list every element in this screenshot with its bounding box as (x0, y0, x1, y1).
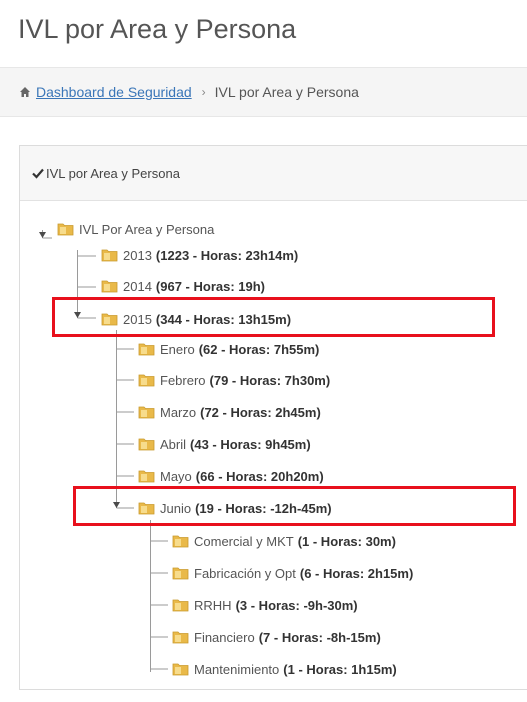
tree-node-year[interactable]: 2014 (967 - Horas: 19h) (101, 276, 265, 296)
node-count: (72 - Horas: 2h45m) (200, 404, 321, 420)
node-count: (62 - Horas: 7h55m) (198, 341, 320, 357)
folder-icon (172, 567, 189, 580)
tree-node-year[interactable]: 2013 (1223 - Horas: 23h14m) (101, 245, 298, 265)
folder-icon (101, 280, 118, 293)
node-label: Comercial y MKT (194, 533, 294, 549)
node-count: (6 - Horas: 2h15m) (299, 565, 414, 581)
node-label: Enero (160, 341, 195, 357)
tree-node-area[interactable]: Comercial y MKT (1 - Horas: 30m) (172, 531, 396, 551)
folder-icon (101, 313, 118, 326)
tree: IVL Por Area y Persona 2013 (1223 - Hora… (0, 0, 527, 702)
expanded-arrows (39, 232, 120, 508)
folder-icon (172, 631, 189, 644)
tree-node-root[interactable]: IVL Por Area y Persona (57, 219, 214, 239)
folder-icon (138, 343, 155, 356)
node-label: 2013 (123, 247, 152, 263)
node-label: Abril (160, 436, 187, 452)
tree-node-year[interactable]: 2015 (344 - Horas: 13h15m) (101, 309, 291, 329)
tree-node-month[interactable]: Junio (19 - Horas: -12h-45m) (138, 498, 332, 518)
node-label: 2014 (123, 278, 152, 294)
node-count: (66 - Horas: 20h20m) (195, 468, 324, 484)
folder-icon (138, 470, 155, 483)
node-label: 2015 (123, 311, 152, 327)
tree-node-month[interactable]: Febrero (79 - Horas: 7h30m) (138, 370, 330, 390)
node-count: (344 - Horas: 13h15m) (155, 311, 292, 327)
tree-node-area[interactable]: RRHH (3 - Horas: -9h-30m) (172, 595, 358, 615)
node-label: RRHH (194, 597, 232, 613)
tree-node-area[interactable]: Financiero (7 - Horas: -8h-15m) (172, 627, 381, 647)
node-count: (43 - Horas: 9h45m) (190, 436, 311, 452)
tree-node-month[interactable]: Enero (62 - Horas: 7h55m) (138, 339, 319, 359)
folder-icon (138, 406, 155, 419)
tree-node-month[interactable]: Mayo (66 - Horas: 20h20m) (138, 466, 324, 486)
tree-node-month[interactable]: Marzo (72 - Horas: 2h45m) (138, 402, 321, 422)
tree-node-month[interactable]: Abril (43 - Horas: 9h45m) (138, 434, 311, 454)
node-count: (1 - Horas: 30m) (297, 533, 396, 549)
node-count: (1 - Horas: 1h15m) (283, 661, 397, 677)
tree-node-area[interactable]: Mantenimiento (1 - Horas: 1h15m) (172, 659, 397, 679)
node-count: (1223 - Horas: 23h14m) (155, 247, 299, 263)
node-count: (967 - Horas: 19h) (155, 278, 266, 294)
node-count: (7 - Horas: -8h-15m) (258, 629, 381, 645)
node-label: Febrero (160, 372, 206, 388)
folder-icon (138, 502, 155, 515)
node-count: (79 - Horas: 7h30m) (209, 372, 331, 388)
node-label: Fabricación y Opt (194, 565, 296, 581)
node-label: Junio (160, 500, 192, 516)
folder-icon (172, 663, 189, 676)
node-label: Mayo (160, 468, 192, 484)
node-label: IVL Por Area y Persona (79, 221, 215, 237)
folder-icon (172, 599, 189, 612)
folder-icon (57, 223, 74, 236)
folder-icon (138, 374, 155, 387)
folder-icon (101, 249, 118, 262)
node-count: (3 - Horas: -9h-30m) (235, 597, 358, 613)
folder-icon (138, 438, 155, 451)
node-label: Marzo (160, 404, 197, 420)
node-label: Mantenimiento (194, 661, 280, 677)
tree-node-area[interactable]: Fabricación y Opt (6 - Horas: 2h15m) (172, 563, 413, 583)
node-count: (19 - Horas: -12h-45m) (195, 500, 332, 516)
node-label: Financiero (194, 629, 255, 645)
folder-icon (172, 535, 189, 548)
